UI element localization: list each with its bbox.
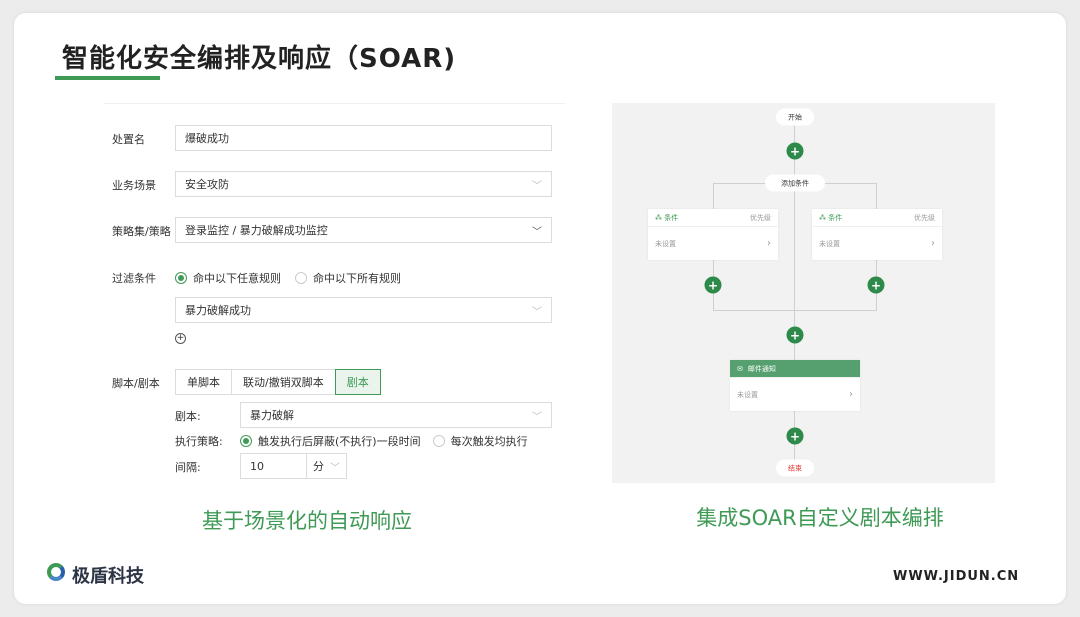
filter-all-radio[interactable]: 命中以下所有规则 xyxy=(295,270,401,286)
priority-label: 优先级 xyxy=(914,213,935,222)
disposal-name-value: 爆破成功 xyxy=(185,132,229,145)
email-status: 未设置 xyxy=(737,390,758,399)
interval-value: 10 xyxy=(250,459,264,473)
right-caption: 集成SOAR自定义剧本编排 xyxy=(696,506,944,530)
playbook-label: 剧本: xyxy=(175,410,201,423)
email-notify-node[interactable]: ✉ 邮件通知 未设置 › xyxy=(730,360,860,411)
filter-rule-value: 暴力破解成功 xyxy=(185,304,251,317)
interval-unit-select[interactable]: 分 ﹀ xyxy=(306,453,347,479)
brand-logo-icon xyxy=(47,563,65,581)
radio-checked-icon xyxy=(240,435,252,447)
left-caption: 基于场景化的自动响应 xyxy=(202,509,412,533)
priority-label: 优先级 xyxy=(750,213,771,222)
policy-label: 策略集/策略 xyxy=(112,225,171,238)
playbook-select[interactable]: 暴力破解 ﹀ xyxy=(240,402,552,428)
radio-checked-icon xyxy=(175,272,187,284)
filter-any-label: 命中以下任意规则 xyxy=(193,272,281,285)
chevron-down-icon: ﹀ xyxy=(532,306,542,318)
filter-rule-select[interactable]: 暴力破解成功 ﹀ xyxy=(175,297,552,323)
chevron-right-icon: › xyxy=(767,238,771,249)
add-step-plus-icon[interactable]: + xyxy=(704,276,722,294)
chevron-down-icon: ﹀ xyxy=(330,462,340,474)
condition-status: 未设置 xyxy=(819,239,840,248)
condition-node[interactable]: ⁂ 条件 优先级 未设置 › xyxy=(648,209,778,260)
interval-input[interactable]: 10 xyxy=(240,453,307,479)
add-rule-plus-icon[interactable]: + xyxy=(175,333,186,344)
policy-value: 登录监控 / 暴力破解成功监控 xyxy=(185,224,328,237)
add-step-plus-icon[interactable]: + xyxy=(786,427,804,445)
flow-line xyxy=(794,117,795,468)
tab-dual-script[interactable]: 联动/撤销双脚本 xyxy=(231,369,336,395)
page-title: 智能化安全编排及响应（SOAR) xyxy=(62,44,457,74)
hierarchy-icon: ⁂ xyxy=(819,213,826,222)
disposal-name-input[interactable]: 爆破成功 xyxy=(175,125,552,151)
add-step-plus-icon[interactable]: + xyxy=(786,142,804,160)
scene-select[interactable]: 安全攻防 ﹀ xyxy=(175,171,552,197)
strategy-every-radio[interactable]: 每次触发均执行 xyxy=(432,433,528,449)
policy-select[interactable]: 登录监控 / 暴力破解成功监控 ﹀ xyxy=(175,217,552,243)
playbook-canvas xyxy=(612,103,995,483)
chevron-right-icon: › xyxy=(849,389,853,400)
strategy-label: 执行策略: xyxy=(175,435,223,448)
mail-icon: ✉ xyxy=(737,364,743,373)
start-node[interactable]: 开始 xyxy=(776,108,814,126)
end-node[interactable]: 结束 xyxy=(776,459,814,477)
strategy-every-label: 每次触发均执行 xyxy=(450,435,528,448)
add-step-plus-icon[interactable]: + xyxy=(867,276,885,294)
title-underline xyxy=(55,76,160,80)
email-title: 邮件通知 xyxy=(747,364,776,373)
hierarchy-icon: ⁂ xyxy=(655,213,662,222)
chevron-down-icon: ﹀ xyxy=(532,180,542,192)
strategy-mute-radio[interactable]: 触发执行后屏蔽(不执行)一段时间 xyxy=(240,433,421,449)
filter-all-label: 命中以下所有规则 xyxy=(313,272,401,285)
add-step-plus-icon[interactable]: + xyxy=(786,326,804,344)
condition-title: 条件 xyxy=(664,213,679,222)
filter-any-radio[interactable]: 命中以下任意规则 xyxy=(175,270,281,286)
chevron-right-icon: › xyxy=(931,238,935,249)
script-label: 脚本/剧本 xyxy=(112,377,160,390)
condition-status: 未设置 xyxy=(655,239,676,248)
strategy-mute-label: 触发执行后屏蔽(不执行)一段时间 xyxy=(258,435,421,448)
brand-name: 极盾科技 xyxy=(72,566,144,587)
condition-title: 条件 xyxy=(828,213,843,222)
chevron-down-icon: ﹀ xyxy=(532,226,542,238)
flow-line xyxy=(713,310,877,311)
interval-unit: 分 xyxy=(313,460,324,473)
tab-single-script[interactable]: 单脚本 xyxy=(175,369,232,395)
scene-value: 安全攻防 xyxy=(185,178,229,191)
radio-unchecked-icon xyxy=(432,435,445,447)
interval-label: 间隔: xyxy=(175,461,201,474)
condition-node[interactable]: ⁂ 条件 优先级 未设置 › xyxy=(812,209,942,260)
tab-playbook[interactable]: 剧本 xyxy=(334,369,381,395)
disposal-name-label: 处置名 xyxy=(112,133,145,146)
filter-label: 过滤条件 xyxy=(112,272,156,285)
website-url: WWW.JIDUN.CN xyxy=(893,569,1020,584)
scene-label: 业务场景 xyxy=(112,179,156,192)
radio-unchecked-icon xyxy=(295,272,307,284)
chevron-down-icon: ﹀ xyxy=(532,411,542,423)
add-condition-button[interactable]: 添加条件 xyxy=(765,174,825,192)
playbook-value: 暴力破解 xyxy=(250,409,294,422)
